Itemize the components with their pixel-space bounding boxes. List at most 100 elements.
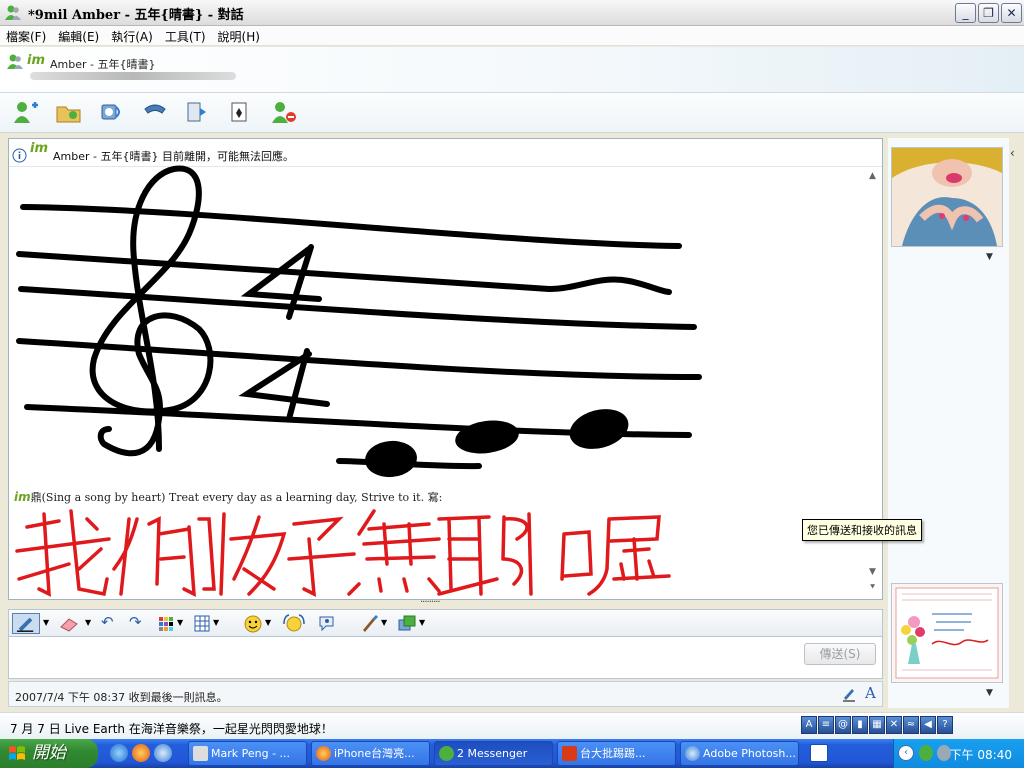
task-iphone[interactable]: iPhone台灣亮... [311, 741, 430, 766]
redo-icon[interactable]: ↷ [129, 613, 142, 634]
my-avatar-image [892, 584, 1002, 682]
news-ticker: 7 月 7 日 Live Earth 在海洋音樂祭，一起星光閃閃愛地球！ A ≡… [0, 712, 1024, 739]
chat-window-icon [193, 746, 208, 761]
contact-avatar-image [892, 148, 1002, 246]
menu-file[interactable]: 檔案(F) [0, 26, 52, 45]
scroll-up-arrow[interactable]: ▲ [869, 171, 876, 181]
list-icon[interactable]: ≡ [818, 716, 834, 734]
menu-help[interactable]: 說明(H) [212, 26, 266, 45]
tooltip: 您已傳送和接收的訊息 [802, 519, 922, 541]
clock: 下午 08:40 [949, 748, 1012, 762]
tray-expand-icon[interactable]: ‹ [898, 745, 914, 761]
handwriting-ink [15, 165, 702, 597]
text-mode-icon[interactable]: A [865, 684, 876, 702]
layout-icon[interactable]: ▮ [852, 716, 868, 734]
task-mark-peng[interactable]: Mark Peng - ... [188, 741, 307, 766]
chevron-down-icon[interactable]: ▼ [85, 618, 91, 639]
task-ptt[interactable]: 台大批踢踢... [557, 741, 676, 766]
taskbar: 開始 Mark Peng - ... iPhone台灣亮... 2 Messen… [0, 739, 1024, 768]
last-message-time: 2007/7/4 下午 08:37 收到最後一則訊息。 [15, 691, 228, 704]
conversation-history: im Amber - 五年{晴書} 目前離開，可能無法回應。 im鼎(Sing … [8, 138, 883, 600]
browser-icon[interactable] [154, 744, 172, 762]
chevron-down-icon[interactable]: ▼ [265, 618, 271, 639]
firefox-icon [316, 746, 331, 761]
ie-icon[interactable] [110, 744, 128, 762]
chevron-down-icon[interactable]: ▼ [213, 618, 219, 639]
handwriting-mode-icon[interactable] [841, 686, 857, 702]
contact-name: Amber - 五年{晴書} [50, 58, 156, 71]
windows-logo-icon [9, 746, 25, 760]
ticker-text[interactable]: 7 月 7 日 Live Earth 在海洋音樂祭，一起星光閃閃愛地球！ [10, 720, 333, 737]
title-bar: *9mil Amber - 五年{晴書} - 對話 _ ❐ ✕ [0, 0, 1024, 26]
task-messenger[interactable]: 2 Messenger [434, 741, 553, 766]
action-toolbar [0, 93, 1024, 133]
undo-icon[interactable]: ↶ [101, 613, 114, 634]
format-toolbar: ▼ ▼ ↶ ↷ ▼ ▼ ▼ ▼ ▼ [8, 609, 883, 637]
winks-icon[interactable] [281, 613, 307, 634]
window-options-icons: A ≡ @ ▮ ▦ ✕ ≈ ◀ ? [801, 716, 953, 736]
chevron-down-icon[interactable]: ▼ [177, 618, 183, 639]
nudge-icon[interactable] [317, 613, 337, 634]
close-button[interactable]: ✕ [1001, 3, 1022, 23]
ink-pen-icon[interactable] [12, 613, 40, 634]
menu-edit[interactable]: 編輯(E) [52, 26, 105, 45]
send-button[interactable]: 傳送(S) [804, 643, 876, 665]
change-display-picture-icon[interactable] [397, 613, 417, 634]
collapse-panel-arrow[interactable]: ‹ [1010, 146, 1022, 162]
block-contact-icon[interactable] [270, 99, 298, 125]
staff-line [20, 204, 682, 249]
messenger-tray-icon[interactable] [919, 745, 933, 761]
menu-tools[interactable]: 工具(T) [159, 26, 212, 45]
link-icon[interactable]: @ [835, 716, 851, 734]
note-head [569, 409, 629, 449]
message-input[interactable] [8, 637, 883, 679]
note-head [365, 440, 417, 478]
language-bar-icon[interactable] [810, 744, 828, 762]
help-icon[interactable]: ? [937, 716, 953, 734]
scroll-down-arrow[interactable]: ▼ [869, 567, 876, 577]
browser-icon [685, 746, 700, 761]
task-photoshop[interactable]: Adobe Photosh... [680, 741, 799, 766]
status-bar: 2007/7/4 下午 08:37 收到最後一則訊息。 A [8, 681, 883, 707]
chevron-down-icon[interactable]: ▼ [381, 618, 387, 639]
sound-icon[interactable]: ◀ [920, 716, 936, 734]
minimize-button[interactable]: _ [955, 3, 976, 23]
red-handwriting [15, 509, 671, 597]
close-x-icon[interactable]: ✕ [886, 716, 902, 734]
chevron-down-icon[interactable]: ▼ [43, 618, 49, 639]
pane-splitter[interactable]: ········· [420, 598, 460, 608]
contact-display-picture[interactable] [891, 147, 1003, 247]
grid-icon[interactable]: ▦ [869, 716, 885, 734]
messenger-icon [439, 746, 454, 761]
invite-contact-icon[interactable] [12, 99, 40, 125]
scroll-end-arrow[interactable]: ⯆ [869, 583, 876, 593]
emoticon-icon[interactable] [243, 613, 263, 634]
pcman-icon [562, 746, 577, 761]
my-picture-menu-arrow[interactable]: ▼ [986, 688, 993, 698]
activities-icon[interactable] [184, 99, 212, 125]
send-files-icon[interactable] [55, 99, 83, 125]
chevron-down-icon[interactable]: ▼ [419, 618, 425, 639]
system-tray: ‹ 下午 08:40 [893, 739, 1024, 768]
games-icon[interactable] [227, 99, 255, 125]
pen-color-icon[interactable] [157, 613, 175, 634]
background-brush-icon[interactable] [359, 613, 379, 634]
restore-button[interactable]: ❐ [978, 3, 999, 23]
eraser-icon[interactable] [57, 613, 83, 634]
webcam-icon[interactable] [98, 99, 126, 125]
start-button[interactable]: 開始 [0, 739, 98, 768]
start-label: 開始 [32, 743, 66, 763]
contact-header: im Amber - 五年{晴書} [0, 47, 1024, 93]
font-icon[interactable]: A [801, 716, 817, 734]
wave-icon[interactable]: ≈ [903, 716, 919, 734]
staff-line [16, 338, 702, 380]
my-display-picture[interactable] [891, 583, 1003, 683]
voice-call-icon[interactable] [141, 99, 169, 125]
firefox-icon[interactable] [132, 744, 150, 762]
pen-width-icon[interactable] [193, 613, 211, 634]
contact-picture-menu-arrow[interactable]: ▼ [986, 252, 993, 262]
menu-actions[interactable]: 執行(A) [105, 26, 159, 45]
staff-line [18, 286, 697, 330]
contact-personal-message [30, 72, 236, 80]
note-head [455, 420, 519, 454]
